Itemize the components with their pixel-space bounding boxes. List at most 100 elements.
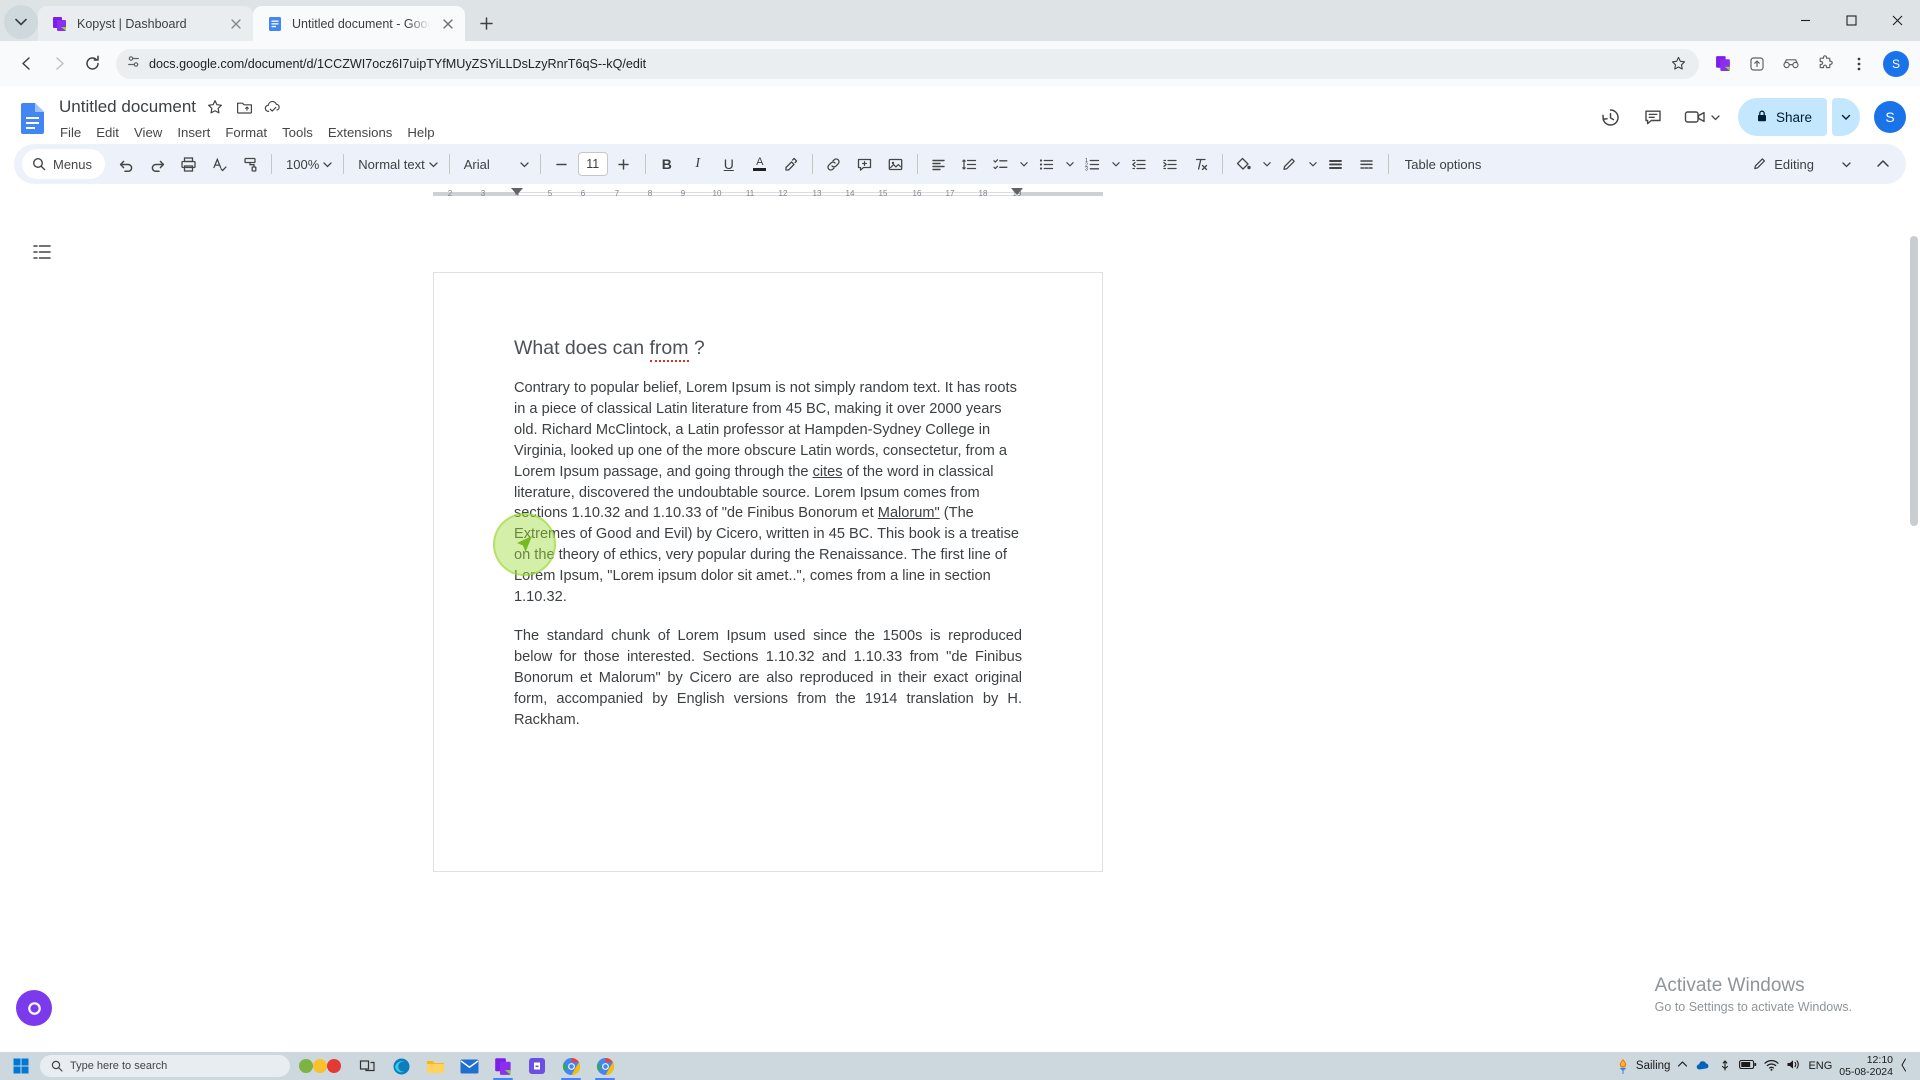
google-meet-icon[interactable] xyxy=(1676,98,1728,136)
mail-icon[interactable] xyxy=(452,1052,486,1080)
print-icon[interactable] xyxy=(173,149,203,179)
fill-color-dropdown-caret[interactable] xyxy=(1260,149,1274,179)
tray-usb-icon[interactable] xyxy=(1718,1058,1732,1075)
paragraph-1-link-cites[interactable]: cites xyxy=(813,464,843,480)
maximize-button[interactable] xyxy=(1828,0,1874,41)
tray-volume-icon[interactable] xyxy=(1786,1058,1801,1074)
address-bar[interactable]: docs.google.com/document/d/1CCZWI7ocz6I7… xyxy=(116,48,1699,79)
account-avatar[interactable]: S xyxy=(1874,101,1906,133)
tray-onedrive-icon[interactable] xyxy=(1695,1059,1711,1074)
close-icon[interactable] xyxy=(227,15,244,32)
border-dash-icon[interactable] xyxy=(1352,149,1382,179)
forward-arrow-icon[interactable] xyxy=(44,49,74,79)
chrome-app-icon[interactable] xyxy=(554,1052,588,1080)
star-icon[interactable] xyxy=(205,97,225,117)
menu-item-edit[interactable]: Edit xyxy=(89,122,126,143)
google-docs-logo-icon[interactable] xyxy=(14,99,51,136)
tray-battery-icon[interactable] xyxy=(1739,1059,1757,1073)
new-tab-button[interactable] xyxy=(471,8,501,38)
tray-network-icon[interactable] xyxy=(1764,1059,1780,1074)
bulleted-list-dropdown-caret[interactable] xyxy=(1063,149,1077,179)
table-fill-color-icon[interactable] xyxy=(1229,149,1259,179)
back-arrow-icon[interactable] xyxy=(11,49,41,79)
menu-item-tools[interactable]: Tools xyxy=(275,122,320,143)
share-page-icon[interactable] xyxy=(1742,49,1772,79)
version-history-icon[interactable] xyxy=(1592,98,1630,136)
share-button[interactable]: Share xyxy=(1737,98,1827,136)
bookmark-star-icon[interactable] xyxy=(1665,51,1691,77)
menu-item-insert[interactable]: Insert xyxy=(170,122,217,143)
document-ruler[interactable]: 2 3 4 5 6 7 8 9 10 11 12 13 14 15 16 17 … xyxy=(0,186,1920,201)
close-icon[interactable] xyxy=(439,15,456,32)
document-paragraph-1[interactable]: Contrary to popular belief, Lorem Ipsum … xyxy=(514,378,1022,608)
paragraph-style-dropdown[interactable]: Normal text xyxy=(350,149,442,179)
kopyst-extension-icon[interactable] xyxy=(1708,49,1738,79)
clear-formatting-icon[interactable] xyxy=(1186,149,1216,179)
font-size-input[interactable]: 11 xyxy=(577,152,608,176)
reload-icon[interactable] xyxy=(77,49,107,79)
increase-indent-icon[interactable] xyxy=(1155,149,1185,179)
browser-tab-kopyst[interactable]: Kopyst | Dashboard xyxy=(38,6,253,41)
scrollbar-thumb[interactable] xyxy=(1910,236,1918,526)
chrome-active-icon[interactable] xyxy=(588,1052,622,1080)
bold-button[interactable]: B xyxy=(652,149,682,179)
undo-icon[interactable] xyxy=(111,149,141,179)
comment-icon[interactable] xyxy=(1634,98,1672,136)
redo-icon[interactable] xyxy=(142,149,172,179)
document-heading[interactable]: What does can from ? xyxy=(514,337,1022,362)
minimize-button[interactable] xyxy=(1782,0,1828,41)
checklist-icon[interactable] xyxy=(986,149,1016,179)
tray-language-indicator[interactable]: ENG xyxy=(1808,1060,1832,1072)
insert-link-icon[interactable] xyxy=(819,149,849,179)
increase-font-size-button[interactable] xyxy=(609,149,639,179)
underline-button[interactable]: U xyxy=(714,149,744,179)
kopyst-app-icon[interactable] xyxy=(486,1052,520,1080)
tray-weather-widget[interactable]: Sailing xyxy=(1615,1058,1670,1075)
task-view-icon[interactable] xyxy=(350,1052,384,1080)
taskbar-search-box[interactable]: Type here to search xyxy=(40,1055,290,1077)
menu-item-help[interactable]: Help xyxy=(400,122,441,143)
tray-overflow-chevron-icon[interactable] xyxy=(1677,1059,1688,1073)
ruler-track[interactable]: 2 3 4 5 6 7 8 9 10 11 12 13 14 15 16 17 … xyxy=(433,186,1103,201)
checklist-dropdown-caret[interactable] xyxy=(1017,149,1031,179)
add-comment-icon[interactable] xyxy=(850,149,880,179)
share-dropdown-caret[interactable] xyxy=(1832,98,1860,136)
document-paragraph-2[interactable]: The standard chunk of Lorem Ipsum used s… xyxy=(514,626,1022,731)
document-title[interactable]: Untitled document xyxy=(59,97,196,117)
file-explorer-icon[interactable] xyxy=(418,1052,452,1080)
border-width-icon[interactable] xyxy=(1321,149,1351,179)
menu-item-extensions[interactable]: Extensions xyxy=(321,122,400,143)
site-settings-icon[interactable] xyxy=(126,54,141,74)
browser-tab-google-docs[interactable]: Untitled document - Google Do xyxy=(253,6,465,41)
right-indent-marker[interactable] xyxy=(1011,188,1023,195)
insert-image-icon[interactable] xyxy=(881,149,911,179)
editing-mode-button[interactable]: Editing xyxy=(1742,149,1857,179)
browser-profile-avatar[interactable]: S xyxy=(1883,50,1909,77)
edge-icon[interactable] xyxy=(384,1052,418,1080)
cloud-saved-icon[interactable] xyxy=(263,97,283,117)
decrease-font-size-button[interactable] xyxy=(547,149,577,179)
font-family-dropdown[interactable]: Arial xyxy=(456,149,534,179)
tray-clock[interactable]: 12:10 05-08-2024 xyxy=(1839,1054,1893,1078)
menus-search-chip[interactable]: Menus xyxy=(22,149,106,179)
menu-item-file[interactable]: File xyxy=(53,122,88,143)
collapse-toolbar-icon[interactable] xyxy=(1868,149,1898,179)
bulleted-list-icon[interactable] xyxy=(1032,149,1062,179)
spellcheck-icon[interactable] xyxy=(204,149,234,179)
text-align-icon[interactable] xyxy=(924,149,954,179)
taskbar-widgets-icon[interactable] xyxy=(290,1052,350,1080)
document-scrollbar[interactable] xyxy=(1908,216,1920,1052)
browser-menu-icon[interactable] xyxy=(1844,49,1874,79)
zoom-level-dropdown[interactable]: 100% xyxy=(278,149,337,179)
left-indent-marker[interactable] xyxy=(511,188,523,195)
numbered-list-dropdown-caret[interactable] xyxy=(1109,149,1123,179)
paragraph-1-link-malorum[interactable]: Malorum" xyxy=(878,505,940,521)
kopyst-floating-button[interactable] xyxy=(16,990,52,1026)
microsoft-store-icon[interactable] xyxy=(520,1052,554,1080)
table-options-button[interactable]: Table options xyxy=(1395,149,1492,179)
paint-format-icon[interactable] xyxy=(235,149,265,179)
incognito-glasses-icon[interactable] xyxy=(1776,49,1806,79)
heading-misspelled-word[interactable]: from xyxy=(649,337,689,362)
menu-item-view[interactable]: View xyxy=(127,122,169,143)
show-outline-icon[interactable] xyxy=(28,238,56,266)
